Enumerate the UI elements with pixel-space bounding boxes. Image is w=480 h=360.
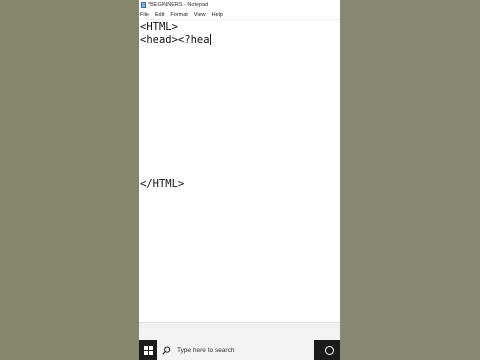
window-title: *BEGINNERS - Notepad (148, 2, 209, 8)
editor-line-1: <HTML> (140, 21, 178, 33)
right-background (340, 0, 480, 360)
text-editor[interactable]: <HTML> <head><?hea </HTML> (139, 20, 340, 322)
menu-format[interactable]: Format (170, 12, 187, 18)
windows-logo-icon (143, 345, 153, 355)
menu-help[interactable]: Help (212, 12, 223, 18)
taskbar-search-box[interactable]: Type here to search (157, 340, 314, 360)
editor-line-3: </HTML> (140, 178, 185, 190)
start-button[interactable] (139, 340, 157, 360)
cortana-button[interactable] (319, 340, 339, 360)
title-bar[interactable]: *BEGINNERS - Notepad (139, 0, 340, 10)
menu-file[interactable]: File (140, 12, 149, 18)
menu-bar: File Edit Format View Help (139, 10, 340, 20)
horizontal-scrollbar[interactable] (139, 323, 340, 328)
search-placeholder: Type here to search (177, 346, 235, 354)
menu-view[interactable]: View (194, 12, 206, 18)
cortana-icon (324, 345, 334, 355)
left-background (0, 0, 139, 360)
editor-line-2: <head><?hea (140, 34, 211, 46)
search-icon (162, 346, 171, 355)
menu-edit[interactable]: Edit (155, 12, 164, 18)
notepad-icon (141, 2, 146, 8)
notepad-window: *BEGINNERS - Notepad File Edit Format Vi… (139, 0, 340, 340)
text-caret (209, 34, 211, 45)
status-bar (139, 322, 340, 340)
taskbar: Type here to search (139, 340, 340, 360)
